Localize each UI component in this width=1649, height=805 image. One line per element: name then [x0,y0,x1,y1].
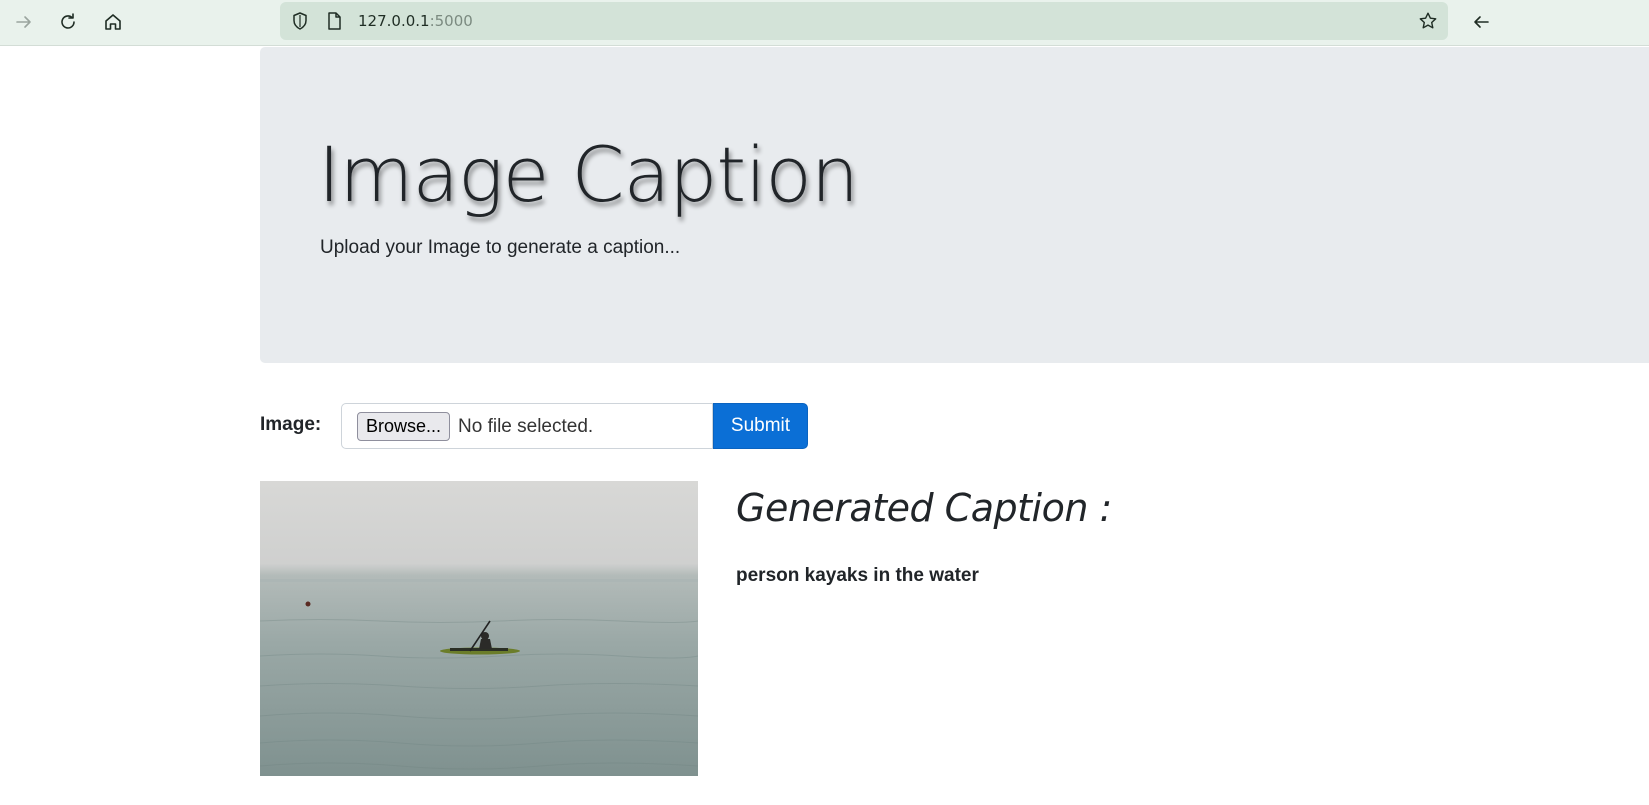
star-icon[interactable] [1418,11,1438,31]
url-host: 127.0.0.1 [358,12,430,30]
browser-toolbar: 127.0.0.1:5000 [0,0,1649,46]
url-port: :5000 [429,12,473,30]
image-label: Image: [260,414,322,435]
home-button[interactable] [97,6,129,38]
reload-button[interactable] [52,6,84,38]
home-icon [105,14,121,30]
caption-heading: Generated Caption : [736,486,1112,530]
image-file-input[interactable]: Browse... No file selected. [341,403,713,449]
forward-button[interactable] [8,6,40,38]
back-button[interactable] [1465,6,1497,38]
browse-button[interactable]: Browse... [357,412,450,441]
reload-icon [61,13,75,29]
page-icon[interactable] [324,11,344,31]
kayak-photo [260,579,698,770]
address-bar[interactable]: 127.0.0.1:5000 [280,2,1448,40]
arrow-right-icon [16,16,31,28]
uploaded-image [260,481,698,776]
arrow-left-icon [1474,16,1489,28]
shield-icon[interactable] [290,11,310,31]
jumbotron: Image Caption Upload your Image to gener… [260,47,1649,363]
file-status: No file selected. [458,416,594,437]
submit-button[interactable]: Submit [713,403,808,449]
url-text[interactable]: 127.0.0.1:5000 [358,2,473,40]
page-subtitle: Upload your Image to generate a caption.… [320,237,681,258]
generated-caption: person kayaks in the water [736,565,979,586]
page-title: Image Caption [318,130,859,219]
